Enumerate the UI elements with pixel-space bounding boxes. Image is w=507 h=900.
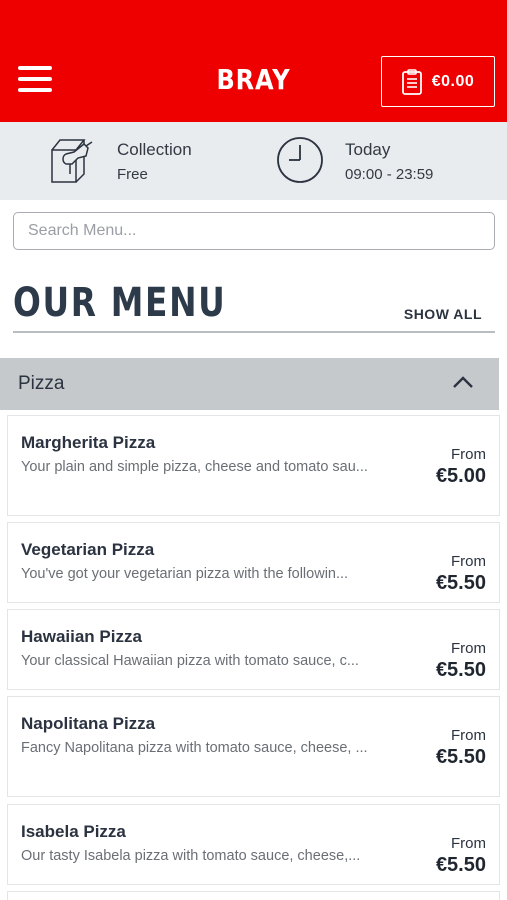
item-price: €5.50 xyxy=(435,854,486,876)
category-pizza-header[interactable]: Pizza xyxy=(0,358,499,410)
opening-hours: 09:00 - 23:59 xyxy=(345,166,434,183)
item-name: Isabela Pizza xyxy=(21,822,126,841)
item-from-label: From xyxy=(451,553,486,570)
order-info-bar: Collection Free Today 09:00 - 23:59 xyxy=(0,122,507,200)
item-price: €5.00 xyxy=(435,465,486,487)
item-name: Vegetarian Pizza xyxy=(21,540,155,559)
item-name: Margherita Pizza xyxy=(21,433,156,452)
divider xyxy=(13,331,495,333)
day-label: Today xyxy=(345,140,391,159)
item-description: Our tasty Isabela pizza with tomato sauc… xyxy=(21,848,361,864)
item-description: Fancy Napolitana pizza with tomato sauce… xyxy=(21,740,368,756)
item-from-label: From xyxy=(451,727,486,744)
menu-item[interactable]: Hawaiian Pizza Your classical Hawaiian p… xyxy=(7,609,500,690)
item-from-label: From xyxy=(451,640,486,657)
item-description: Your classical Hawaiian pizza with tomat… xyxy=(21,653,359,669)
category-name: Pizza xyxy=(18,373,65,394)
cart-total: €0.00 xyxy=(431,72,475,90)
chevron-up-icon xyxy=(453,376,473,388)
item-description: Your plain and simple pizza, cheese and … xyxy=(21,459,368,475)
collection-option[interactable]: Collection Free xyxy=(0,122,250,200)
item-description: You've got your vegetarian pizza with th… xyxy=(21,566,349,582)
item-from-label: From xyxy=(451,835,486,852)
menu-item[interactable] xyxy=(7,891,500,900)
show-all-link[interactable]: SHOW ALL xyxy=(404,306,482,322)
clock-icon xyxy=(277,137,323,183)
item-name: Napolitana Pizza xyxy=(21,714,156,733)
bag-icon xyxy=(51,139,93,183)
menu-item[interactable]: Margherita Pizza Your plain and simple p… xyxy=(7,415,500,516)
collection-fee: Free xyxy=(117,166,148,183)
search-input[interactable] xyxy=(13,212,495,250)
item-name: Hawaiian Pizza xyxy=(21,627,142,646)
item-price: €5.50 xyxy=(435,746,486,768)
menu-item[interactable]: Isabela Pizza Our tasty Isabela pizza wi… xyxy=(7,804,500,885)
item-from-label: From xyxy=(451,446,486,463)
cart-button[interactable]: €0.00 xyxy=(381,56,495,107)
collection-label: Collection xyxy=(117,140,192,159)
item-price: €5.50 xyxy=(435,572,486,594)
app-header: BRAY €0.00 xyxy=(0,0,507,122)
clipboard-icon xyxy=(401,68,422,95)
menu-item[interactable]: Napolitana Pizza Fancy Napolitana pizza … xyxy=(7,696,500,797)
time-option[interactable]: Today 09:00 - 23:59 xyxy=(250,122,507,200)
menu-heading: OUR MENU xyxy=(13,280,227,326)
menu-item[interactable]: Vegetarian Pizza You've got your vegetar… xyxy=(7,522,500,603)
item-price: €5.50 xyxy=(435,659,486,681)
